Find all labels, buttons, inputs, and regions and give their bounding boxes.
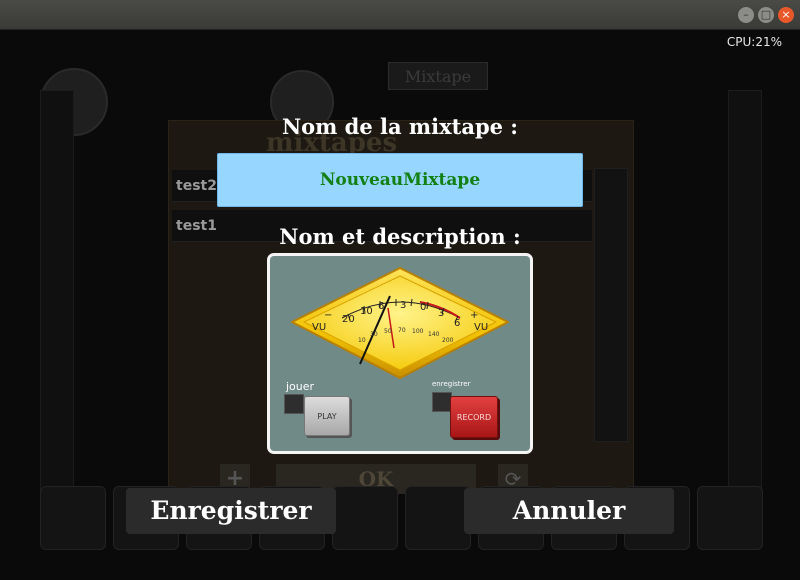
record-cube-icon xyxy=(432,392,452,412)
bg-tab: Mixtape xyxy=(388,62,488,90)
svg-text:6: 6 xyxy=(454,318,460,329)
cancel-button[interactable]: Annuler xyxy=(464,488,674,534)
window-titlebar: – □ × xyxy=(0,0,800,30)
svg-text:100: 100 xyxy=(412,328,424,335)
svg-text:10: 10 xyxy=(358,337,366,344)
description-label: Nom et description : xyxy=(279,224,521,249)
mixtape-name-input[interactable]: NouveauMixtape xyxy=(217,153,583,207)
svg-text:VU: VU xyxy=(312,322,326,333)
mixtape-name-label: Nom de la mixtape : xyxy=(281,114,519,139)
svg-text:70: 70 xyxy=(398,327,406,334)
play-caption: jouer xyxy=(286,380,315,393)
record-caption: enregistrer xyxy=(432,380,471,388)
svg-text:140: 140 xyxy=(428,331,440,338)
minimize-icon[interactable]: – xyxy=(738,7,754,23)
description-image[interactable]: VU VU − + 20 10 6 3 0 3 6 10 30 50 70 10… xyxy=(267,253,533,454)
play-cube-icon xyxy=(284,394,304,414)
cpu-indicator: CPU:21% xyxy=(726,35,782,49)
svg-text:200: 200 xyxy=(442,337,454,344)
svg-text:0: 0 xyxy=(420,302,426,313)
svg-text:20: 20 xyxy=(342,314,355,325)
close-icon[interactable]: × xyxy=(778,7,794,23)
svg-text:3: 3 xyxy=(438,308,444,319)
bg-toolbar-cell xyxy=(40,486,106,550)
svg-text:−: − xyxy=(324,310,332,321)
bg-scrollbar xyxy=(594,168,628,442)
svg-text:VU: VU xyxy=(474,322,488,333)
record-button-image: RECORD xyxy=(450,396,498,438)
bg-left-track xyxy=(40,90,74,490)
maximize-icon[interactable]: □ xyxy=(758,7,774,23)
save-button[interactable]: Enregistrer xyxy=(126,488,336,534)
svg-text:10: 10 xyxy=(360,306,373,317)
bg-toolbar-cell xyxy=(332,486,398,550)
svg-text:3: 3 xyxy=(400,300,406,311)
bg-right-track xyxy=(728,90,762,490)
bg-toolbar-cell xyxy=(405,486,471,550)
app-content: Mixtape mixtapes test2 test1 + OK ⟳ CPU:… xyxy=(0,30,800,580)
svg-text:50: 50 xyxy=(384,328,392,335)
svg-text:+: + xyxy=(470,310,478,321)
svg-text:6: 6 xyxy=(378,301,384,312)
bg-toolbar-cell xyxy=(697,486,763,550)
play-button-image: PLAY xyxy=(304,396,350,436)
svg-text:30: 30 xyxy=(370,331,378,338)
